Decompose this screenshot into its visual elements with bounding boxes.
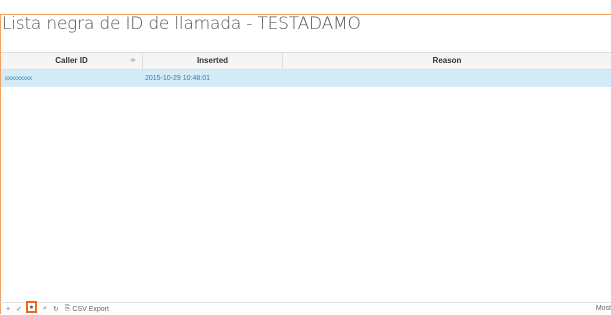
- toolbar: + ✓ ● ⌕ ↻ ⎘ CSV Export Most: [0, 301, 611, 315]
- col-reason[interactable]: Reason: [283, 53, 611, 69]
- table-row[interactable]: xxxxxxxxx 2015-10-29 10:48:01: [1, 70, 611, 87]
- delete-icon[interactable]: ●: [25, 301, 37, 313]
- col-reason-label: Reason: [432, 56, 462, 65]
- page-title: Lista negra de ID de llamada - TESTADAMO: [2, 14, 361, 34]
- search-icon[interactable]: ⌕: [43, 305, 47, 313]
- csv-export-icon[interactable]: ⎘: [65, 305, 71, 313]
- col-caller-id[interactable]: Caller ID ≑: [1, 53, 143, 69]
- sort-icon[interactable]: ≑: [130, 53, 136, 69]
- cell-inserted: 2015-10-29 10:48:01: [145, 75, 210, 82]
- col-inserted-label: Inserted: [196, 56, 229, 65]
- edit-icon[interactable]: ✓: [16, 305, 22, 313]
- col-caller-id-label: Caller ID: [55, 56, 88, 65]
- more-label: Most: [595, 305, 611, 312]
- add-icon[interactable]: +: [6, 306, 10, 313]
- cell-caller-id: xxxxxxxxx: [5, 75, 32, 82]
- col-inserted[interactable]: Inserted: [143, 53, 283, 69]
- refresh-icon[interactable]: ↻: [53, 305, 59, 313]
- csv-export-button[interactable]: CSV Export: [72, 306, 109, 313]
- table-header: Caller ID ≑ Inserted Reason: [1, 52, 611, 70]
